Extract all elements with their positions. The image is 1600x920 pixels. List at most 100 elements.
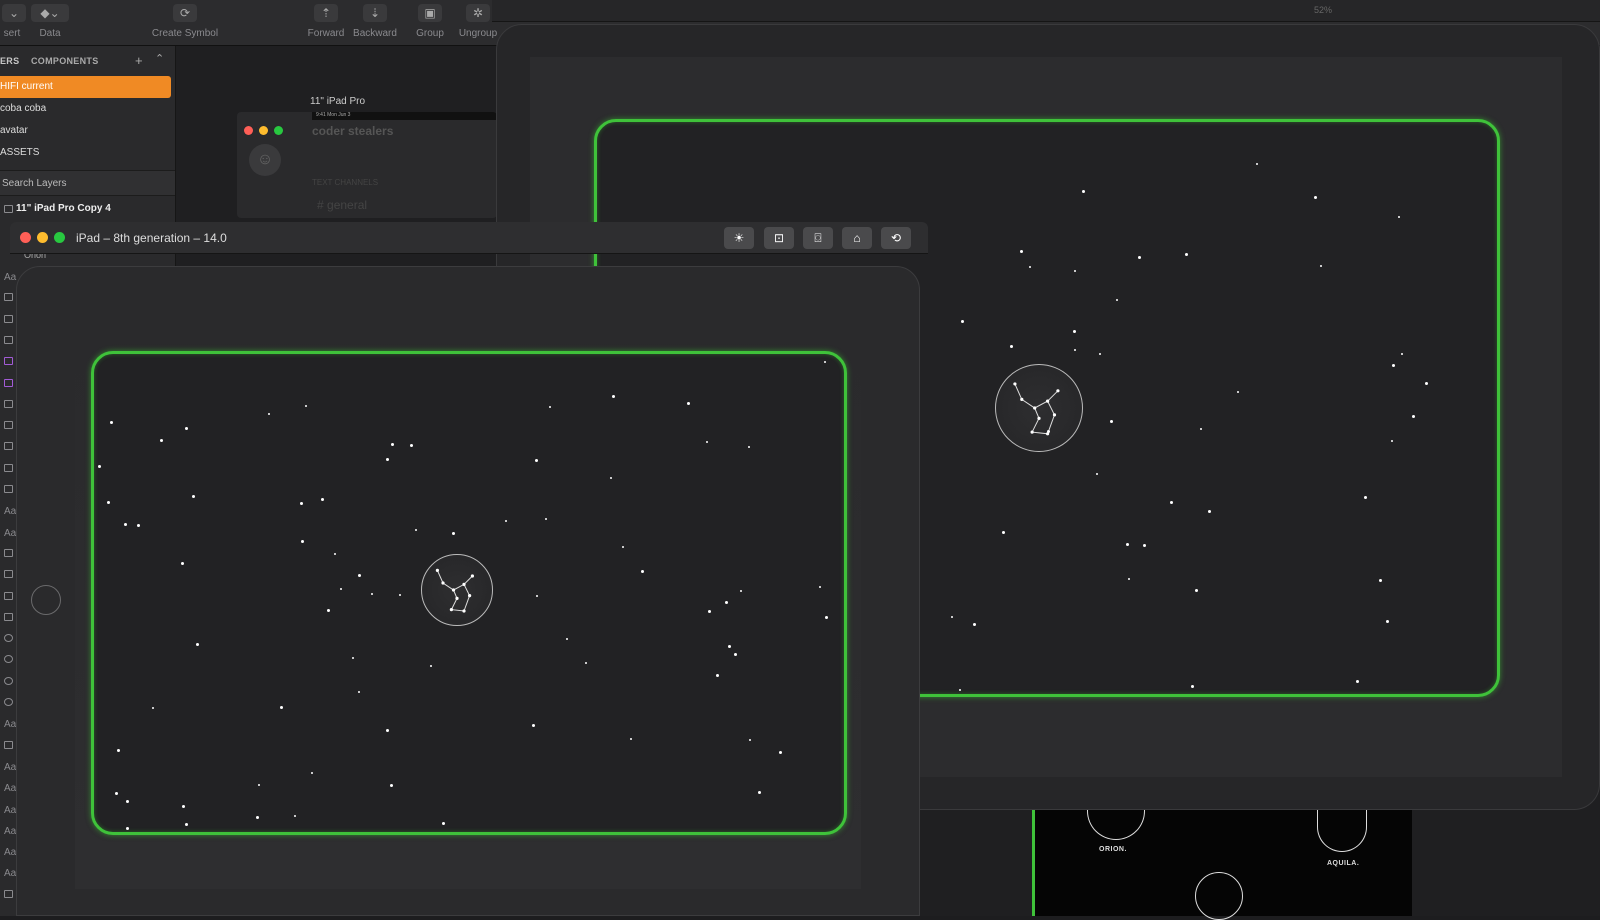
oval-layer-icon — [4, 634, 13, 643]
group-layer-icon — [4, 548, 13, 557]
oval-layer-icon — [4, 676, 13, 685]
layer-artboard[interactable]: 11" iPad Pro Copy 4 — [0, 196, 175, 222]
star — [1237, 391, 1239, 393]
star — [1314, 196, 1317, 199]
channel-general: # general — [317, 198, 368, 212]
data-icon: ◆⌄ — [31, 4, 69, 22]
star — [340, 588, 342, 590]
star — [1020, 250, 1023, 253]
starfield-card-left[interactable] — [91, 351, 847, 835]
star — [1074, 270, 1076, 272]
camera-button[interactable]: ⌼ — [803, 227, 833, 249]
star — [612, 395, 615, 398]
data-button[interactable]: ◆⌄ Data — [30, 4, 70, 39]
ipad-8th-gen-frame — [16, 266, 920, 916]
artboard-icon — [4, 205, 13, 213]
group-layer-icon — [4, 293, 13, 302]
star — [117, 749, 120, 752]
add-page-icon[interactable]: + — [135, 53, 143, 68]
star — [706, 441, 708, 443]
star — [107, 501, 110, 504]
text-layer-icon: Aa — [4, 527, 17, 539]
forward-button[interactable]: ⇡ Forward — [306, 4, 346, 39]
sidebar-tabs: ERS COMPONENTS + ⌃ — [0, 46, 175, 76]
insert-button[interactable]: ⌄ sert — [2, 4, 26, 39]
search-layers-input[interactable]: Search Layers — [0, 170, 175, 196]
simulator-titlebar[interactable]: iPad – 8th generation – 14.0 ☀ ⊡ ⌼ ⌂ ⟲ — [10, 222, 928, 254]
star — [1128, 578, 1130, 580]
orion-constellation-badge[interactable] — [421, 554, 493, 626]
page-item-assets[interactable]: ASSETS — [0, 142, 175, 164]
star — [1386, 620, 1389, 623]
chevron-down-icon: ⌄ — [2, 4, 26, 22]
home-button[interactable]: ⌂ — [842, 227, 872, 249]
star — [126, 827, 129, 830]
aquila-badge-icon — [1317, 810, 1367, 852]
star — [951, 616, 953, 618]
discord-artboard: 9:41 Mon Jun 3 ☺ coder stealers TEXT CHA… — [237, 112, 497, 218]
group-layer-icon — [4, 442, 13, 451]
orion-constellation-badge[interactable] — [995, 364, 1083, 452]
close-button[interactable] — [20, 232, 31, 243]
chevron-up-icon[interactable]: ⌃ — [155, 52, 165, 65]
group-layer-icon — [4, 314, 13, 323]
rotate-button[interactable]: ⟲ — [881, 227, 911, 249]
star — [1191, 685, 1194, 688]
oval-layer-icon — [4, 655, 13, 664]
star — [399, 594, 401, 596]
star — [192, 495, 195, 498]
create-symbol-button[interactable]: ⟳ Create Symbol — [150, 4, 220, 39]
orion-constellation-icon — [1013, 382, 1060, 436]
orion-label: ORION. — [1099, 846, 1127, 853]
star — [160, 439, 163, 442]
page-item-hifi-current[interactable]: HIFI current — [0, 76, 171, 98]
star — [327, 609, 330, 612]
secondary-toolbar: 52% — [492, 0, 1600, 22]
star — [358, 691, 360, 693]
star — [749, 739, 751, 741]
star — [1425, 382, 1428, 385]
star — [1256, 163, 1258, 165]
star — [641, 570, 644, 573]
page-item-coba-coba[interactable]: coba coba — [0, 98, 175, 120]
star — [549, 406, 551, 408]
star — [352, 657, 354, 659]
star — [1379, 579, 1382, 582]
star — [1002, 531, 1005, 534]
star — [442, 822, 445, 825]
orion-badge-icon — [1087, 810, 1145, 840]
text-layer-icon: Aa — [4, 761, 17, 773]
star — [1082, 190, 1085, 193]
star — [758, 791, 761, 794]
group-button[interactable]: ▣ Group — [412, 4, 448, 39]
home-icon: ⌂ — [853, 231, 861, 245]
star — [185, 427, 188, 430]
mini-minimize-dot — [259, 126, 268, 135]
star — [708, 610, 711, 613]
tab-components[interactable]: COMPONENTS — [31, 56, 99, 66]
artboard-label[interactable]: 11" iPad Pro — [310, 96, 365, 107]
star — [505, 520, 507, 522]
home-button-circle[interactable] — [31, 585, 61, 615]
star — [819, 586, 821, 588]
text-layer-icon: Aa — [4, 847, 17, 859]
star — [415, 529, 417, 531]
star — [1047, 430, 1050, 433]
text-channels-header: TEXT CHANNELS — [312, 178, 379, 187]
star — [391, 443, 394, 446]
maximize-button[interactable] — [54, 232, 65, 243]
star — [585, 662, 587, 664]
star — [959, 689, 961, 691]
screenshot-frame-button[interactable]: ⊡ — [764, 227, 794, 249]
star — [300, 502, 303, 505]
page-item-avatar[interactable]: avatar — [0, 120, 175, 142]
star — [1143, 544, 1146, 547]
star — [1195, 589, 1198, 592]
tab-layers[interactable]: ERS — [0, 56, 19, 66]
star — [725, 601, 728, 604]
backward-button[interactable]: ⇣ Backward — [350, 4, 400, 39]
zoom-level[interactable]: 52% — [1314, 5, 1332, 15]
minimize-button[interactable] — [37, 232, 48, 243]
star — [430, 665, 432, 667]
brightness-button[interactable]: ☀ — [724, 227, 754, 249]
